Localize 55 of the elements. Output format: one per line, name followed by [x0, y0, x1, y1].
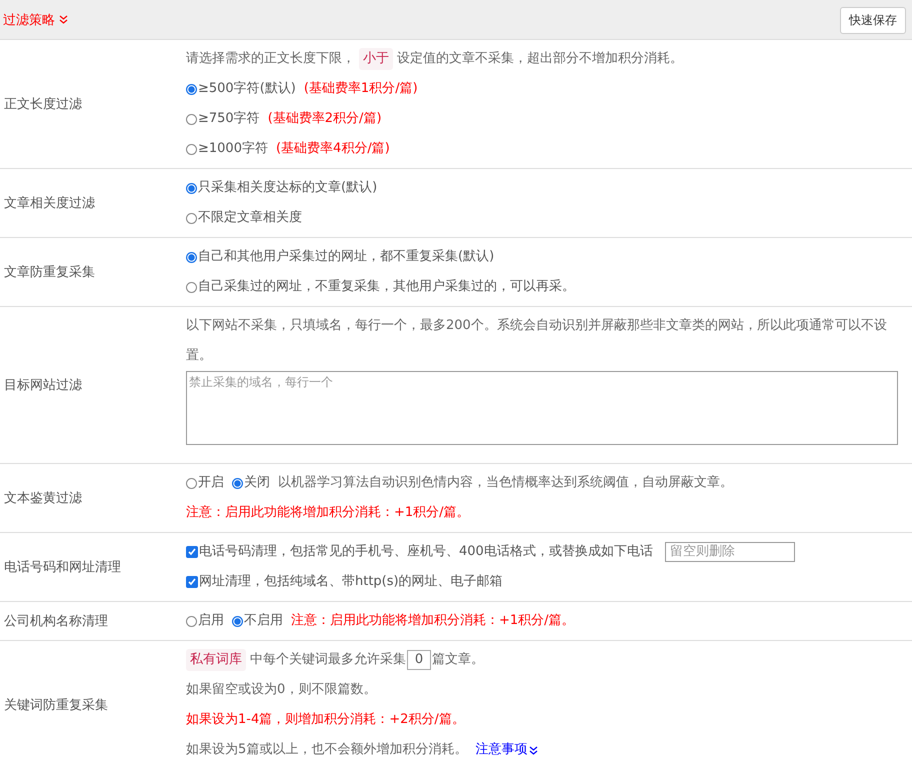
keyword-tag: 私有词库 — [186, 649, 246, 671]
description-text: 以下网站不采集，只填域名，每行一个，最多200个。系统会自动识别并屏蔽那些非文章类的网站，所以此项通常可以不设置。 — [186, 318, 887, 363]
row-label: 正文长度过滤 — [3, 96, 83, 113]
radio-button[interactable] — [186, 616, 197, 626]
double-chevron-icon — [529, 746, 538, 754]
radio-button[interactable] — [186, 114, 197, 124]
quick-save-button[interactable]: 快速保存 — [840, 7, 906, 34]
radio-label[interactable]: 不限定文章相关度 — [198, 203, 302, 233]
radio-button[interactable] — [186, 478, 197, 488]
row-label: 电话号码和网址清理 — [3, 559, 122, 576]
description-text: 如果设为5篇或以上，也不会额外增加积分消耗。 — [186, 741, 468, 759]
radio-button[interactable] — [186, 182, 197, 194]
description-text: 请选择需求的正文长度下限， — [186, 50, 355, 68]
description-text: 如果留空或设为0，则不限篇数。 — [186, 682, 376, 697]
double-chevron-icon — [59, 15, 68, 24]
notice-text: (基础费率2积分/篇) — [268, 110, 382, 128]
notice-text: 注意：启用此功能将增加积分消耗：+1积分/篇。 — [291, 612, 575, 630]
row-label: 文本鉴黄过滤 — [3, 490, 83, 507]
description-text: 篇文章。 — [432, 651, 484, 669]
radio-label[interactable]: 自己采集过的网址，不重复采集，其他用户采集过的，可以再采。 — [198, 272, 575, 302]
radio-label[interactable]: ≥500字符(默认) — [198, 74, 296, 104]
checkbox-label[interactable]: 电话号码清理，包括常见的手机号、座机号、400电话格式，或替换成如下电话 — [199, 537, 653, 567]
radio-label[interactable]: 不启用 — [244, 606, 283, 636]
notice-text: (基础费率1积分/篇) — [304, 80, 418, 98]
checkbox[interactable] — [186, 546, 198, 558]
radio-label[interactable]: 开启 — [198, 468, 224, 498]
row-label: 文章防重复采集 — [3, 264, 96, 281]
checkbox[interactable] — [186, 576, 198, 588]
radio-button[interactable] — [232, 616, 243, 626]
notice-text: 注意：启用此功能将增加积分消耗：+1积分/篇。 — [186, 504, 470, 522]
row-label: 目标网站过滤 — [3, 377, 83, 394]
radio-button[interactable] — [186, 144, 197, 154]
radio-button[interactable] — [186, 212, 197, 224]
radio-label[interactable]: ≥750字符 — [198, 104, 260, 134]
radio-label[interactable]: 关闭 — [244, 468, 270, 498]
radio-label[interactable]: 启用 — [198, 606, 224, 636]
row-label: 关键词防重复采集 — [3, 697, 109, 714]
notice-text: (基础费率4积分/篇) — [276, 140, 390, 158]
radio-label[interactable]: ≥1000字符 — [198, 134, 268, 164]
checkbox-label[interactable]: 网址清理，包括纯域名、带http(s)的网址、电子邮箱 — [199, 567, 503, 597]
radio-button[interactable] — [186, 84, 197, 94]
row-label: 公司机构名称清理 — [3, 613, 109, 630]
notes-link[interactable]: 注意事项 — [475, 735, 538, 765]
radio-button[interactable] — [186, 282, 197, 292]
radio-label[interactable]: 自己和其他用户采集过的网址，都不重复采集(默认) — [198, 242, 494, 272]
row-label: 文章相关度过滤 — [3, 195, 96, 212]
radio-button[interactable] — [186, 252, 197, 262]
description-text: 设定值的文章不采集，超出部分不增加积分消耗。 — [397, 50, 683, 68]
count-field[interactable]: 0 — [407, 650, 431, 670]
description-text: 以机器学习算法自动识别色情内容，当色情概率达到系统阈值，自动屏蔽文章。 — [278, 474, 733, 492]
description-text: 中每个关键词最多允许采集 — [250, 651, 406, 669]
radio-button[interactable] — [232, 478, 243, 488]
keyword-tag: 小于 — [359, 48, 393, 70]
notice-text: 如果设为1-4篇，则增加积分消耗：+2积分/篇。 — [186, 711, 465, 729]
radio-label[interactable]: 只采集相关度达标的文章(默认) — [198, 173, 378, 203]
